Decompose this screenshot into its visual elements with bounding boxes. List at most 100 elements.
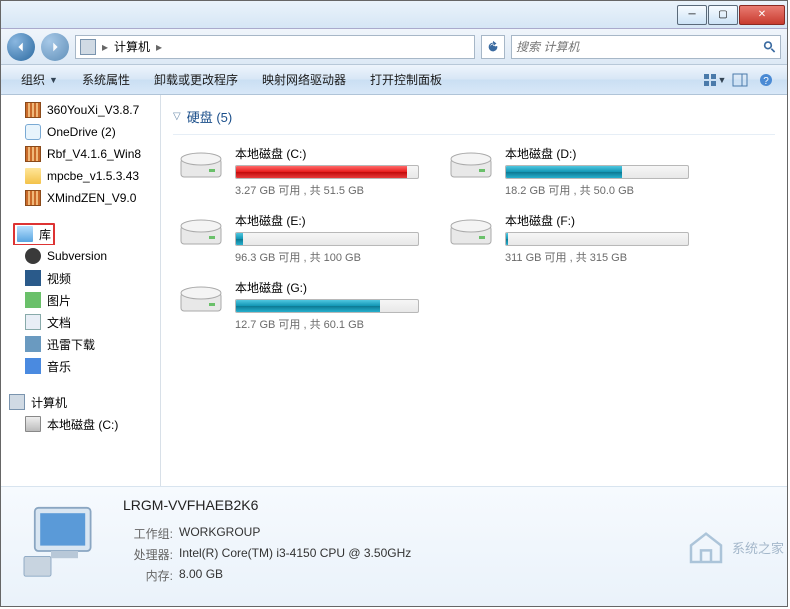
back-button[interactable] (7, 33, 35, 61)
preview-icon (732, 72, 748, 88)
drive-usage-fill (506, 166, 622, 178)
sidebar-item-favorite[interactable]: mpcbe_v1.5.3.43 (1, 165, 160, 187)
libraries-highlight: 库 (13, 223, 55, 245)
drive-usage-fill (236, 166, 407, 178)
group-header-drives[interactable]: ▽ 硬盘 (5) (173, 103, 775, 135)
drive-usage-fill (236, 233, 243, 245)
drive-item[interactable]: 本地磁盘 (E:) 96.3 GB 可用 , 共 100 GB (173, 208, 423, 269)
computer-icon (80, 39, 96, 55)
toolbar: 组织▼ 系统属性 卸载或更改程序 映射网络驱动器 打开控制面板 ▼ ? (1, 65, 787, 95)
preview-pane-button[interactable] (727, 69, 753, 91)
zip-icon (25, 190, 41, 206)
drive-usage-bar (505, 232, 689, 246)
organize-button[interactable]: 组织▼ (9, 65, 70, 94)
sidebar-item-label: Subversion (47, 249, 107, 263)
drive-space-text: 18.2 GB 可用 , 共 50.0 GB (505, 182, 689, 198)
drive-icon (447, 212, 495, 252)
drive-name: 本地磁盘 (G:) (235, 279, 419, 296)
sidebar-item-label: XMindZEN_V9.0 (47, 191, 136, 205)
sidebar-item-label: OneDrive (2) (47, 125, 116, 139)
cpu-label: 处理器: (123, 546, 173, 563)
computer-name: LRGM-VVFHAEB2K6 (123, 497, 411, 513)
sidebar-item-label: 视频 (47, 270, 71, 287)
library-icon (17, 226, 33, 242)
sidebar-item-label: 文档 (47, 314, 71, 331)
arrow-right-icon (48, 40, 62, 54)
search-box[interactable] (511, 35, 781, 59)
sidebar-item-favorite[interactable]: OneDrive (2) (1, 121, 160, 143)
drive-space-text: 3.27 GB 可用 , 共 51.5 GB (235, 182, 419, 198)
group-title: 硬盘 (5) (187, 107, 233, 126)
open-control-panel-button[interactable]: 打开控制面板 (358, 65, 454, 94)
doc-icon (25, 314, 41, 330)
breadcrumb[interactable]: ▸ 计算机 ▸ (75, 35, 475, 59)
sidebar-libraries[interactable]: 库 (1, 223, 160, 245)
drive-space-text: 12.7 GB 可用 , 共 60.1 GB (235, 316, 419, 332)
drive-usage-bar (235, 232, 419, 246)
drive-item[interactable]: 本地磁盘 (F:) 311 GB 可用 , 共 315 GB (443, 208, 693, 269)
cpu-value: Intel(R) Core(TM) i3-4150 CPU @ 3.50GHz (179, 546, 411, 563)
sidebar-item-label: 库 (39, 226, 51, 243)
sidebar-computer[interactable]: 计算机 (1, 391, 160, 413)
watermark: 系统之家 (686, 527, 784, 567)
sidebar-item-favorite[interactable]: 360YouXi_V3.8.7 (1, 99, 160, 121)
drive-usage-fill (236, 300, 380, 312)
sidebar-item-label: Rbf_V4.1.6_Win8 (47, 147, 141, 161)
sidebar-item-label: 图片 (47, 292, 71, 309)
zip-icon (25, 102, 41, 118)
arrow-left-icon (14, 40, 28, 54)
content-pane: ▽ 硬盘 (5) 本地磁盘 (C:)3.27 GB 可用 , 共 51.5 GB… (161, 95, 787, 486)
sidebar-item-drive[interactable]: 本地磁盘 (C:) (1, 413, 160, 435)
drive-item[interactable]: 本地磁盘 (C:)3.27 GB 可用 , 共 51.5 GB (173, 141, 423, 202)
refresh-icon (486, 40, 500, 54)
help-button[interactable]: ? (753, 69, 779, 91)
drive-icon (447, 145, 495, 185)
drive-icon (177, 212, 225, 252)
details-pane: LRGM-VVFHAEB2K6 工作组: WORKGROUP 处理器: Inte… (1, 486, 787, 606)
close-button[interactable]: ✕ (739, 5, 785, 25)
drive-space-text: 96.3 GB 可用 , 共 100 GB (235, 249, 419, 265)
sidebar-item-library[interactable]: 迅雷下载 (1, 333, 160, 355)
svn-icon (25, 248, 41, 264)
sidebar-item-favorite[interactable]: XMindZEN_V9.0 (1, 187, 160, 209)
uninstall-programs-button[interactable]: 卸载或更改程序 (142, 65, 250, 94)
refresh-button[interactable] (481, 35, 505, 59)
zip-icon (25, 146, 41, 162)
minimize-button[interactable]: ─ (677, 5, 707, 25)
svg-text:?: ? (763, 76, 769, 87)
search-input[interactable] (516, 40, 763, 54)
help-icon: ? (758, 72, 774, 88)
sidebar-item-favorite[interactable]: Rbf_V4.1.6_Win8 (1, 143, 160, 165)
view-options-button[interactable]: ▼ (701, 69, 727, 91)
drive-name: 本地磁盘 (E:) (235, 212, 419, 229)
drive-item[interactable]: 本地磁盘 (G:) 12.7 GB 可用 , 共 60.1 GB (173, 275, 423, 336)
sidebar-item-library[interactable]: 图片 (1, 289, 160, 311)
sidebar-item-library[interactable]: 文档 (1, 311, 160, 333)
breadcrumb-sep: ▸ (102, 40, 108, 54)
watermark-text: 系统之家 (732, 538, 784, 557)
search-icon (763, 40, 776, 54)
system-properties-button[interactable]: 系统属性 (70, 65, 142, 94)
drive-usage-bar (235, 299, 419, 313)
dl-icon (25, 336, 41, 352)
folder-icon (25, 168, 41, 184)
watermark-icon (686, 527, 726, 567)
music-icon (25, 358, 41, 374)
breadcrumb-current[interactable]: 计算机 (114, 38, 150, 55)
memory-label: 内存: (123, 567, 173, 584)
drive-item[interactable]: 本地磁盘 (D:)18.2 GB 可用 , 共 50.0 GB (443, 141, 693, 202)
sidebar-item-library[interactable]: 视频 (1, 267, 160, 289)
drive-icon (177, 145, 225, 185)
workgroup-value: WORKGROUP (179, 525, 260, 542)
view-icon (702, 72, 718, 88)
maximize-button[interactable]: ▢ (708, 5, 738, 25)
workgroup-label: 工作组: (123, 525, 173, 542)
map-network-drive-button[interactable]: 映射网络驱动器 (250, 65, 358, 94)
drive-usage-bar (235, 165, 419, 179)
forward-button[interactable] (41, 33, 69, 61)
drive-name: 本地磁盘 (F:) (505, 212, 689, 229)
drive-space-text: 311 GB 可用 , 共 315 GB (505, 249, 689, 265)
sidebar-item-library[interactable]: Subversion (1, 245, 160, 267)
sidebar-item-library[interactable]: 音乐 (1, 355, 160, 377)
pic-icon (25, 292, 41, 308)
